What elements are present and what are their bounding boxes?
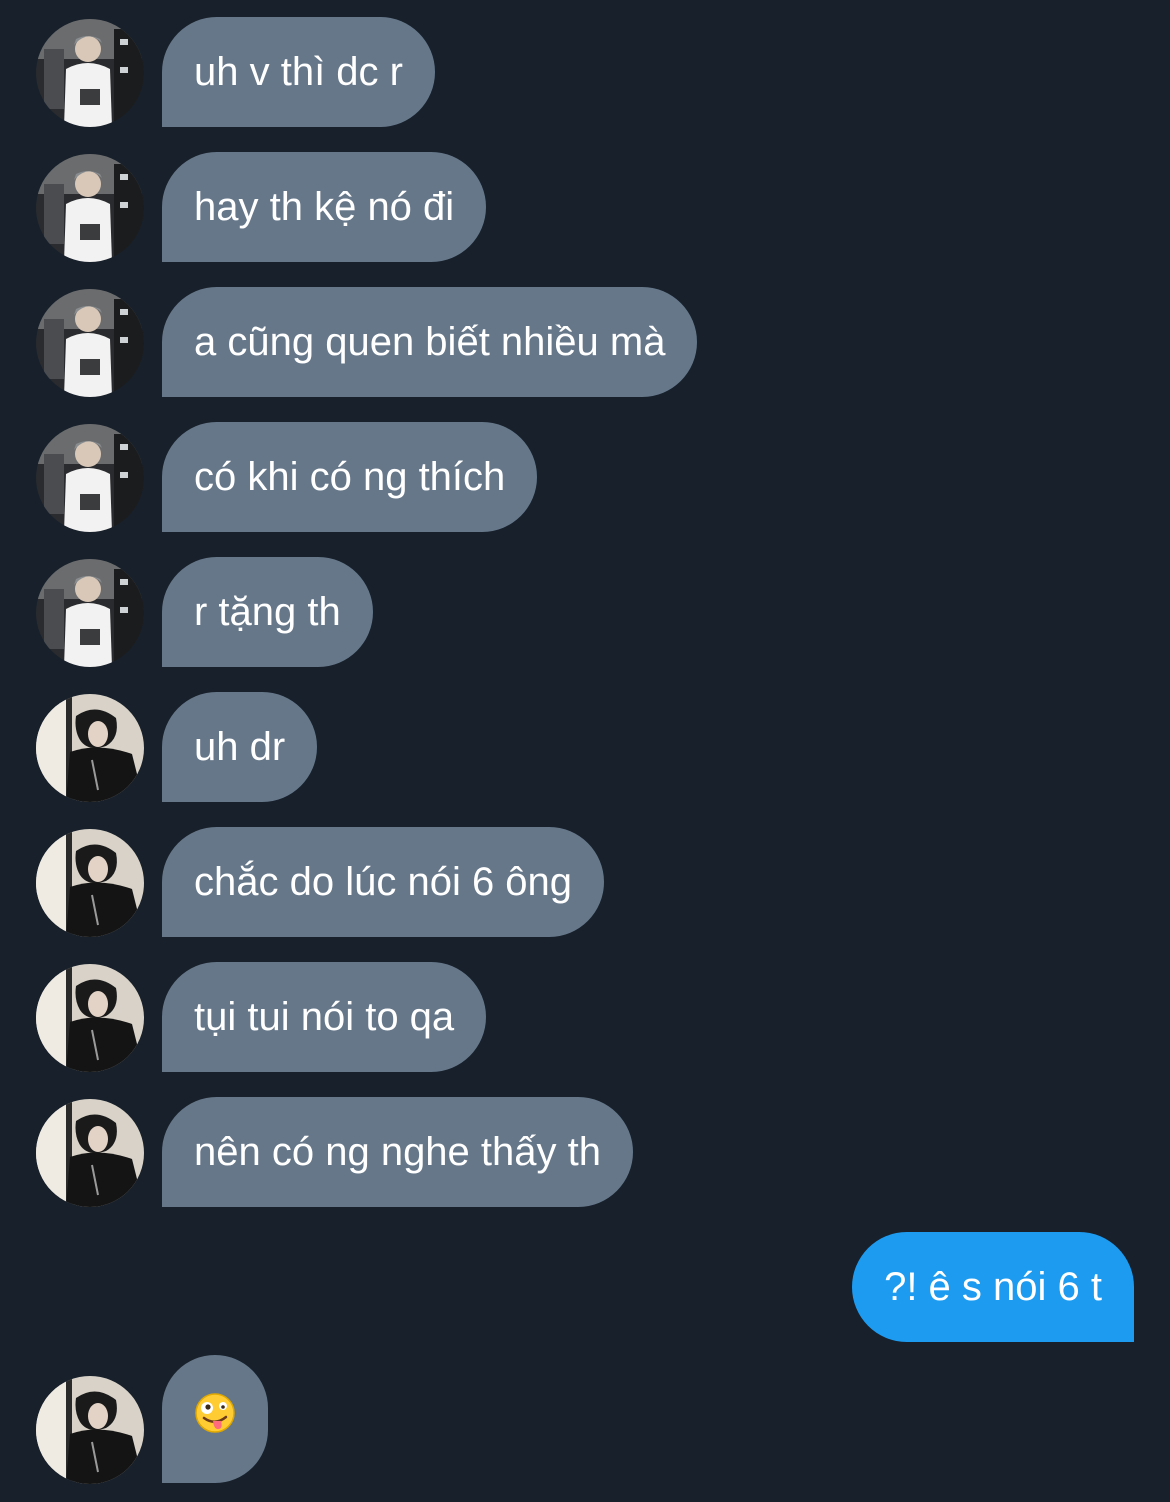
zany-face-icon	[194, 1357, 236, 1485]
incoming-message-bubble[interactable]: có khi có ng thích	[162, 422, 538, 532]
avatar[interactable]	[36, 694, 144, 802]
avatar[interactable]	[36, 1376, 144, 1484]
incoming-message-bubble[interactable]: uh v thì dc r	[162, 17, 435, 127]
incoming-message-bubble[interactable]: uh dr	[162, 692, 318, 802]
avatar[interactable]	[36, 154, 144, 262]
avatar[interactable]	[36, 424, 144, 532]
outgoing-message-bubble[interactable]: ?! ê s nói 6 t	[852, 1232, 1134, 1342]
incoming-message-bubble[interactable]: tụi tui nói to qa	[162, 962, 487, 1072]
incoming-message-bubble[interactable]: chắc do lúc nói 6 ông	[162, 827, 605, 937]
avatar[interactable]	[36, 964, 144, 1072]
incoming-message-bubble[interactable]: r tặng th	[162, 557, 373, 667]
avatar[interactable]	[36, 559, 144, 667]
avatar[interactable]	[36, 289, 144, 397]
incoming-emoji-bubble[interactable]	[162, 1355, 268, 1483]
avatar[interactable]	[36, 829, 144, 937]
incoming-message-bubble[interactable]: nên có ng nghe thấy th	[162, 1097, 633, 1207]
incoming-message-bubble[interactable]: a cũng quen biết nhiều mà	[162, 287, 698, 397]
avatar[interactable]	[36, 1099, 144, 1207]
avatar[interactable]	[36, 19, 144, 127]
incoming-message-bubble[interactable]: hay th kệ nó đi	[162, 152, 487, 262]
